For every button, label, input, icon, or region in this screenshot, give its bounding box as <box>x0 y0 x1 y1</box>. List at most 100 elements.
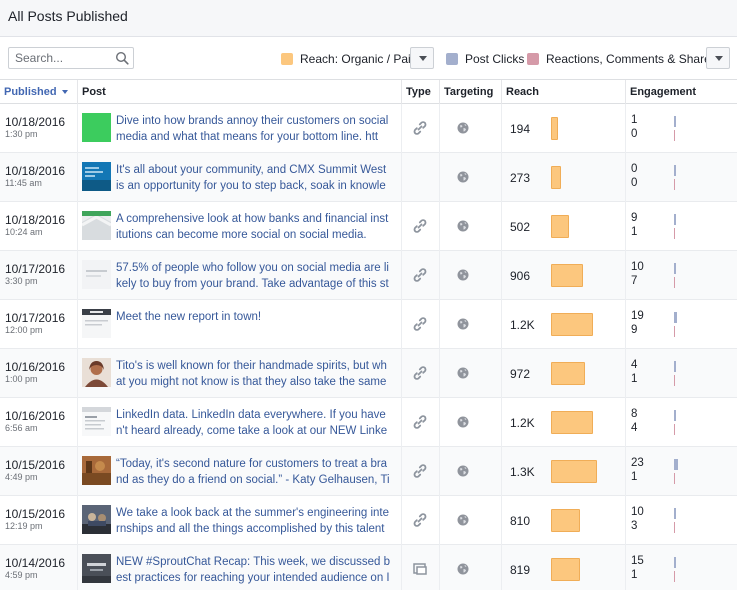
table-row[interactable]: 10/15/2016 12:19 pm We take a look back at… <box>0 496 737 545</box>
post-text-link[interactable]: Dive into how brands annoy their custome… <box>116 113 390 145</box>
reactions-bar <box>674 571 675 582</box>
engagement-cell: 00 <box>625 153 737 202</box>
engagement-cell: 10 <box>625 104 737 153</box>
engagement-metric-dropdown[interactable] <box>706 47 730 69</box>
sort-desc-icon <box>61 90 68 95</box>
post-date: 10/16/2016 <box>5 360 66 374</box>
engagement-cell: 91 <box>625 202 737 251</box>
column-header-published[interactable]: Published <box>0 80 77 104</box>
table-row[interactable]: 10/16/2016 6:56 am LinkedIn data. LinkedIn… <box>0 398 737 447</box>
post-thumbnail[interactable] <box>82 309 111 338</box>
link-icon <box>412 316 428 332</box>
post-text-link[interactable]: “Today, it's second nature for customers… <box>116 456 390 488</box>
type-cell <box>401 545 439 590</box>
table-row[interactable]: 10/17/2016 12:00 pm Meet the new report in… <box>0 300 737 349</box>
published-cell: 10/15/2016 12:19 pm <box>0 496 77 545</box>
table-row[interactable]: 10/17/2016 3:30 pm 57.5% of people who fol… <box>0 251 737 300</box>
post-text-link[interactable]: 57.5% of people who follow you on social… <box>116 260 390 292</box>
toolbar: Reach: Organic / Paid Post Clicks Reacti… <box>0 37 737 80</box>
column-header-reach[interactable]: Reach <box>501 80 625 104</box>
reactions-bar <box>674 424 675 435</box>
post-thumbnail[interactable] <box>82 456 111 485</box>
search-box[interactable] <box>8 47 134 69</box>
reach-bar <box>551 215 569 238</box>
table-row[interactable]: 10/18/2016 10:24 am A comprehensive look a… <box>0 202 737 251</box>
reactions-bar <box>674 473 675 484</box>
reach-value: 273 <box>510 171 531 185</box>
published-cell: 10/16/2016 6:56 am <box>0 398 77 447</box>
post-thumbnail[interactable] <box>82 407 111 436</box>
globe-icon <box>457 416 469 428</box>
table-row[interactable]: 10/18/2016 1:30 pm Dive into how brands an… <box>0 104 737 153</box>
reach-bar <box>551 411 593 434</box>
post-date: 10/15/2016 <box>5 507 66 521</box>
post-cell: We take a look back at the summer's engi… <box>77 496 401 545</box>
post-thumbnail[interactable] <box>82 113 111 142</box>
column-header-targeting[interactable]: Targeting <box>439 80 501 104</box>
post-date: 10/14/2016 <box>5 556 66 570</box>
table-row[interactable]: 10/15/2016 4:49 pm “Today, it's second nat… <box>0 447 737 496</box>
post-cell: Meet the new report in town! <box>77 300 401 349</box>
post-text-link[interactable]: LinkedIn data. LinkedIn data everywhere.… <box>116 407 390 439</box>
column-header-post[interactable]: Post <box>77 80 401 104</box>
reach-bar <box>551 166 561 189</box>
reach-cell: 194 <box>501 104 625 153</box>
reach-bar <box>551 509 580 532</box>
column-header-type[interactable]: Type <box>401 80 439 104</box>
post-thumbnail[interactable] <box>82 211 111 240</box>
column-header-engagement[interactable]: Engagement <box>625 80 737 104</box>
post-clicks-value: 19 <box>631 310 644 322</box>
page-title: All Posts Published <box>8 8 128 24</box>
table-row[interactable]: 10/14/2016 4:59 pm NEW #SproutChat Recap: … <box>0 545 737 590</box>
post-thumbnail[interactable] <box>82 358 111 387</box>
post-text-link[interactable]: A comprehensive look at how banks and fi… <box>116 211 390 243</box>
table-row[interactable]: 10/16/2016 1:00 pm Tito's is well known fo… <box>0 349 737 398</box>
reach-value: 819 <box>510 563 531 577</box>
published-cell: 10/15/2016 4:49 pm <box>0 447 77 496</box>
post-text-link[interactable]: It's all about your community, and CMX S… <box>116 162 390 194</box>
post-cell: 57.5% of people who follow you on social… <box>77 251 401 300</box>
search-input[interactable] <box>9 48 113 68</box>
published-cell: 10/18/2016 11:45 am <box>0 153 77 202</box>
reach-cell: 819 <box>501 545 625 590</box>
link-icon <box>412 512 428 528</box>
post-time: 3:30 pm <box>5 276 38 286</box>
reach-metric-dropdown[interactable] <box>410 47 434 69</box>
post-text-link[interactable]: We take a look back at the summer's engi… <box>116 505 390 537</box>
reactions-value: 7 <box>631 275 638 287</box>
post-time: 1:00 pm <box>5 374 38 384</box>
post-text-link[interactable]: Tito's is well known for their handmade … <box>116 358 390 390</box>
post-clicks-bar <box>674 361 676 372</box>
post-text-link[interactable]: Meet the new report in town! <box>116 309 390 341</box>
type-cell <box>401 349 439 398</box>
post-thumbnail[interactable] <box>82 260 111 289</box>
post-clicks-value: 10 <box>631 261 644 273</box>
link-icon <box>412 365 428 381</box>
reach-bar <box>551 558 580 581</box>
post-time: 10:24 am <box>5 227 43 237</box>
reactions-bar <box>674 228 675 239</box>
chevron-down-icon <box>715 56 723 61</box>
post-thumbnail[interactable] <box>82 505 111 534</box>
published-cell: 10/18/2016 10:24 am <box>0 202 77 251</box>
reach-bar <box>551 362 585 385</box>
post-time: 4:49 pm <box>5 472 38 482</box>
reactions-bar <box>674 277 675 288</box>
table-row[interactable]: 10/18/2016 11:45 am It's all about your co… <box>0 153 737 202</box>
post-clicks-value: 0 <box>631 163 638 175</box>
post-thumbnail[interactable] <box>82 554 111 583</box>
targeting-cell <box>439 153 501 202</box>
search-icon[interactable] <box>115 51 129 65</box>
link-icon <box>412 267 428 283</box>
reactions-value: 4 <box>631 422 638 434</box>
type-cell <box>401 496 439 545</box>
reactions-bar <box>674 179 675 190</box>
engagement-cell: 84 <box>625 398 737 447</box>
reach-cell: 972 <box>501 349 625 398</box>
post-thumbnail[interactable] <box>82 162 111 191</box>
type-cell <box>401 251 439 300</box>
post-text-link[interactable]: NEW #SproutChat Recap: This week, we dis… <box>116 554 390 586</box>
targeting-cell <box>439 251 501 300</box>
page-header: All Posts Published <box>0 0 737 37</box>
reach-value: 194 <box>510 122 531 136</box>
